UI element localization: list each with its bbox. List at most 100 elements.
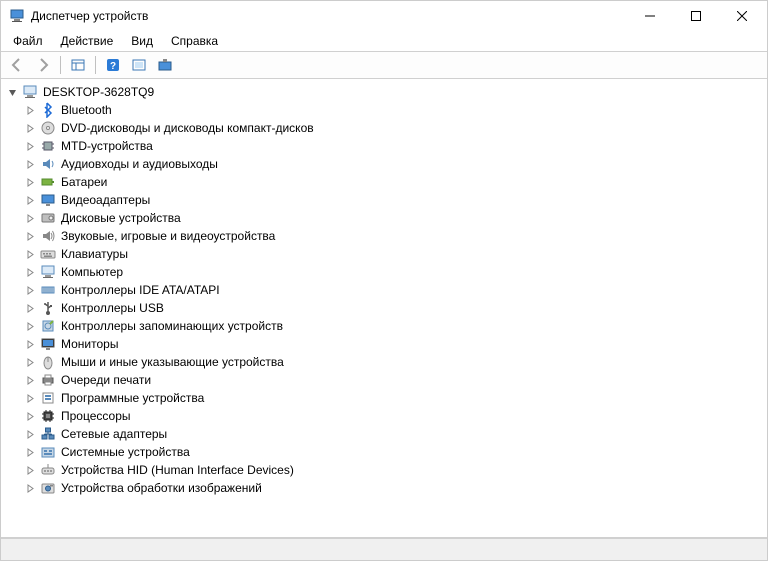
sound-icon bbox=[40, 228, 56, 244]
tree-node-label: Очереди печати bbox=[59, 373, 153, 387]
network-icon bbox=[40, 426, 56, 442]
tree-node-label: Мониторы bbox=[59, 337, 120, 351]
chevron-right-icon[interactable] bbox=[23, 265, 37, 279]
computer-icon bbox=[22, 84, 38, 100]
tree-node-label: MTD-устройства bbox=[59, 139, 155, 153]
computer-icon bbox=[40, 264, 56, 280]
toolbar-help-button[interactable]: ? bbox=[101, 54, 125, 76]
chevron-right-icon[interactable] bbox=[23, 427, 37, 441]
tree-node-label: Звуковые, игровые и видеоустройства bbox=[59, 229, 277, 243]
tree-node[interactable]: Устройства HID (Human Interface Devices) bbox=[23, 461, 763, 479]
tree-node[interactable]: Звуковые, игровые и видеоустройства bbox=[23, 227, 763, 245]
tree-node[interactable]: Очереди печати bbox=[23, 371, 763, 389]
tree-node[interactable]: Компьютер bbox=[23, 263, 763, 281]
printer-icon bbox=[40, 372, 56, 388]
chevron-right-icon[interactable] bbox=[23, 301, 37, 315]
chevron-right-icon[interactable] bbox=[23, 211, 37, 225]
statusbar bbox=[1, 538, 767, 560]
tree-root-label: DESKTOP-3628TQ9 bbox=[41, 85, 156, 99]
chevron-right-icon[interactable] bbox=[23, 355, 37, 369]
toolbar-refresh-button[interactable] bbox=[127, 54, 151, 76]
chevron-right-icon[interactable] bbox=[23, 373, 37, 387]
chevron-right-icon[interactable] bbox=[23, 139, 37, 153]
chevron-right-icon[interactable] bbox=[23, 337, 37, 351]
chevron-down-icon[interactable] bbox=[5, 85, 19, 99]
menu-action[interactable]: Действие bbox=[53, 32, 122, 50]
tree-node[interactable]: DVD-дисководы и дисководы компакт-дисков bbox=[23, 119, 763, 137]
menu-help[interactable]: Справка bbox=[163, 32, 226, 50]
chevron-right-icon[interactable] bbox=[23, 319, 37, 333]
chevron-right-icon[interactable] bbox=[23, 463, 37, 477]
tree-node[interactable]: Батареи bbox=[23, 173, 763, 191]
tree-node[interactable]: Устройства обработки изображений bbox=[23, 479, 763, 497]
tree-node[interactable]: Контроллеры IDE ATA/ATAPI bbox=[23, 281, 763, 299]
tree-node[interactable]: Программные устройства bbox=[23, 389, 763, 407]
tree-root-node[interactable]: DESKTOP-3628TQ9 bbox=[5, 83, 763, 101]
chevron-right-icon[interactable] bbox=[23, 409, 37, 423]
display-icon bbox=[40, 192, 56, 208]
toolbar: ? bbox=[1, 51, 767, 79]
menu-view[interactable]: Вид bbox=[123, 32, 161, 50]
chevron-right-icon[interactable] bbox=[23, 283, 37, 297]
tree-node[interactable]: Контроллеры запоминающих устройств bbox=[23, 317, 763, 335]
tree-node-label: Клавиатуры bbox=[59, 247, 130, 261]
tree-node[interactable]: Дисковые устройства bbox=[23, 209, 763, 227]
tree-node[interactable]: Контроллеры USB bbox=[23, 299, 763, 317]
chevron-right-icon[interactable] bbox=[23, 121, 37, 135]
tree-node-label: Системные устройства bbox=[59, 445, 192, 459]
tree-node-label: Устройства HID (Human Interface Devices) bbox=[59, 463, 296, 477]
audio-icon bbox=[40, 156, 56, 172]
chevron-right-icon[interactable] bbox=[23, 193, 37, 207]
tree-node[interactable]: Мониторы bbox=[23, 335, 763, 353]
tree-node-label: Видеоадаптеры bbox=[59, 193, 152, 207]
usb-icon bbox=[40, 300, 56, 316]
tree-node-label: Контроллеры USB bbox=[59, 301, 166, 315]
toolbar-separator bbox=[95, 56, 96, 74]
tree-node[interactable]: Мыши и иные указывающие устройства bbox=[23, 353, 763, 371]
battery-icon bbox=[40, 174, 56, 190]
maximize-button[interactable] bbox=[673, 1, 719, 31]
toolbar-properties-button[interactable] bbox=[153, 54, 177, 76]
tree-node[interactable]: Процессоры bbox=[23, 407, 763, 425]
close-button[interactable] bbox=[719, 1, 765, 31]
tree-node-label: Компьютер bbox=[59, 265, 125, 279]
storage-icon bbox=[40, 318, 56, 334]
toolbar-forward-button[interactable] bbox=[31, 54, 55, 76]
tree-node[interactable]: Bluetooth bbox=[23, 101, 763, 119]
mouse-icon bbox=[40, 354, 56, 370]
tree-node[interactable]: Аудиовходы и аудиовыходы bbox=[23, 155, 763, 173]
chevron-right-icon[interactable] bbox=[23, 103, 37, 117]
toolbar-show-hide-button[interactable] bbox=[66, 54, 90, 76]
toolbar-back-button[interactable] bbox=[5, 54, 29, 76]
chevron-right-icon[interactable] bbox=[23, 481, 37, 495]
tree-node-label: Сетевые адаптеры bbox=[59, 427, 169, 441]
imaging-icon bbox=[40, 480, 56, 496]
chevron-right-icon[interactable] bbox=[23, 157, 37, 171]
tree-node-label: Программные устройства bbox=[59, 391, 206, 405]
bluetooth-icon bbox=[40, 102, 56, 118]
chevron-right-icon[interactable] bbox=[23, 445, 37, 459]
chevron-right-icon[interactable] bbox=[23, 247, 37, 261]
device-tree[interactable]: DESKTOP-3628TQ9 Bluetooth DVD-дисководы и… bbox=[1, 79, 767, 538]
chevron-right-icon[interactable] bbox=[23, 175, 37, 189]
tree-node-label: Аудиовходы и аудиовыходы bbox=[59, 157, 220, 171]
tree-node-label: Процессоры bbox=[59, 409, 133, 423]
tree-node[interactable]: Системные устройства bbox=[23, 443, 763, 461]
disk-icon bbox=[40, 210, 56, 226]
system-icon bbox=[40, 444, 56, 460]
app-icon bbox=[9, 8, 25, 24]
minimize-button[interactable] bbox=[627, 1, 673, 31]
tree-node-label: DVD-дисководы и дисководы компакт-дисков bbox=[59, 121, 316, 135]
tree-node[interactable]: Видеоадаптеры bbox=[23, 191, 763, 209]
tree-node-label: Bluetooth bbox=[59, 103, 114, 117]
monitor-icon bbox=[40, 336, 56, 352]
tree-node[interactable]: Сетевые адаптеры bbox=[23, 425, 763, 443]
software-icon bbox=[40, 390, 56, 406]
menu-file[interactable]: Файл bbox=[5, 32, 51, 50]
chevron-right-icon[interactable] bbox=[23, 229, 37, 243]
tree-node[interactable]: MTD-устройства bbox=[23, 137, 763, 155]
tree-node[interactable]: Клавиатуры bbox=[23, 245, 763, 263]
tree-node-label: Мыши и иные указывающие устройства bbox=[59, 355, 286, 369]
chevron-right-icon[interactable] bbox=[23, 391, 37, 405]
disc-icon bbox=[40, 120, 56, 136]
